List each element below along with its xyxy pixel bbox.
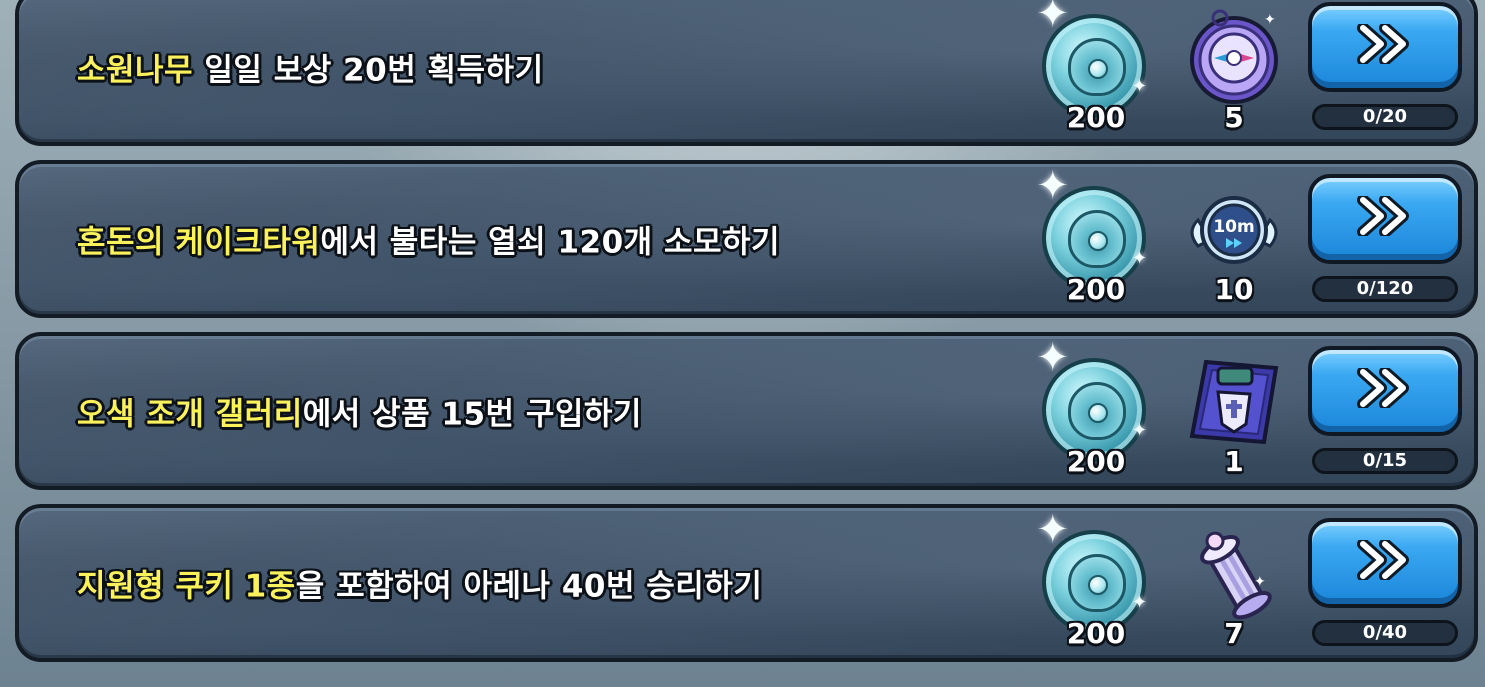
item-reward: ✦ 7: [1176, 518, 1292, 650]
coin-amount: 200: [1066, 445, 1126, 478]
timer-label: 10m: [1213, 217, 1254, 237]
double-chevron-right-icon: [1357, 539, 1409, 580]
sparkle-icon: ✦: [1036, 0, 1070, 37]
go-button[interactable]: [1308, 2, 1462, 92]
go-button[interactable]: [1308, 518, 1462, 608]
sparkle-icon: ✦: [1036, 335, 1070, 381]
mission-action: 0/120: [1308, 174, 1462, 304]
shell-coin-reward: ✦ ✦ 200: [1036, 166, 1156, 306]
double-chevron-right-icon: [1357, 195, 1409, 236]
mission-highlight: 혼돈의 케이크타워: [77, 224, 321, 261]
item-reward: ✦ 5: [1176, 2, 1292, 134]
coin-amount: 200: [1066, 617, 1126, 650]
shell-coin-reward: ✦ ✦ 200: [1036, 510, 1156, 650]
mission-description: 지원형 쿠키 1종을 포함하여 아레나 40번 승리하기: [77, 561, 762, 606]
sparkle-icon: ✦: [1132, 76, 1148, 97]
item-amount: 7: [1224, 617, 1244, 650]
speedup-10m-icon: 10m: [1190, 196, 1278, 264]
mission-row: 오색 조개 갤러리에서 상품 15번 구입하기 ✦ ✦ 200 1 0/15: [15, 332, 1478, 490]
progress-counter: 0/40: [1312, 620, 1458, 646]
item-amount: 1: [1224, 445, 1244, 478]
sparkle-icon: ✦: [1132, 592, 1148, 613]
item-amount: 5: [1224, 101, 1244, 134]
mission-action: 0/40: [1308, 518, 1462, 648]
mission-description: 오색 조개 갤러리에서 상품 15번 구입하기: [77, 389, 642, 434]
double-chevron-right-icon: [1357, 23, 1409, 64]
mission-row: 소원나무 일일 보상 20번 획득하기 ✦ ✦ 200 ✦ 5 0/20: [15, 0, 1478, 146]
svg-text:✦: ✦: [1264, 12, 1276, 28]
mission-description: 혼돈의 케이크타워에서 불타는 열쇠 120개 소모하기: [77, 217, 780, 262]
shell-coin-reward: ✦ ✦ 200: [1036, 0, 1156, 134]
double-chevron-right-icon: [1357, 367, 1409, 408]
progress-counter: 0/20: [1312, 104, 1458, 130]
mission-highlight: 소원나무: [77, 52, 194, 89]
sparkle-icon: ✦: [1036, 507, 1070, 553]
treasure-chest-card-icon: [1189, 359, 1279, 445]
mission-list: 소원나무 일일 보상 20번 획득하기 ✦ ✦ 200 ✦ 5 0/20 혼돈의…: [0, 0, 1485, 687]
mission-text: 을 포함하여 아레나 40번 승리하기: [295, 568, 763, 605]
crystal-pillar-icon: ✦: [1200, 531, 1272, 620]
mission-text: 에서 불타는 열쇠 120개 소모하기: [320, 224, 781, 261]
mission-description: 소원나무 일일 보상 20번 획득하기: [77, 45, 544, 90]
compass-badge-icon: ✦: [1190, 9, 1278, 104]
sparkle-icon: ✦: [1132, 420, 1148, 441]
item-reward: 1: [1176, 346, 1292, 478]
mission-text: 일일 보상 20번 획득하기: [193, 52, 544, 89]
coin-amount: 200: [1066, 273, 1126, 306]
go-button[interactable]: [1308, 346, 1462, 436]
coin-amount: 200: [1066, 101, 1126, 134]
mission-row: 지원형 쿠키 1종을 포함하여 아레나 40번 승리하기 ✦ ✦ 200 ✦ 7…: [15, 504, 1478, 662]
svg-text:✦: ✦: [1254, 574, 1266, 590]
mission-highlight: 지원형 쿠키 1종: [77, 568, 296, 605]
mission-action: 0/15: [1308, 346, 1462, 476]
mission-row: 혼돈의 케이크타워에서 불타는 열쇠 120개 소모하기 ✦ ✦ 200 10m…: [15, 160, 1478, 318]
go-button[interactable]: [1308, 174, 1462, 264]
progress-counter: 0/120: [1312, 276, 1458, 302]
mission-text: 에서 상품 15번 구입하기: [302, 396, 642, 433]
mission-action: 0/20: [1308, 2, 1462, 132]
progress-counter: 0/15: [1312, 448, 1458, 474]
sparkle-icon: ✦: [1036, 163, 1070, 209]
mission-highlight: 오색 조개 갤러리: [77, 396, 303, 433]
item-amount: 10: [1214, 273, 1254, 306]
item-reward: 10m 10: [1176, 174, 1292, 306]
shell-coin-reward: ✦ ✦ 200: [1036, 338, 1156, 478]
sparkle-icon: ✦: [1132, 248, 1148, 269]
